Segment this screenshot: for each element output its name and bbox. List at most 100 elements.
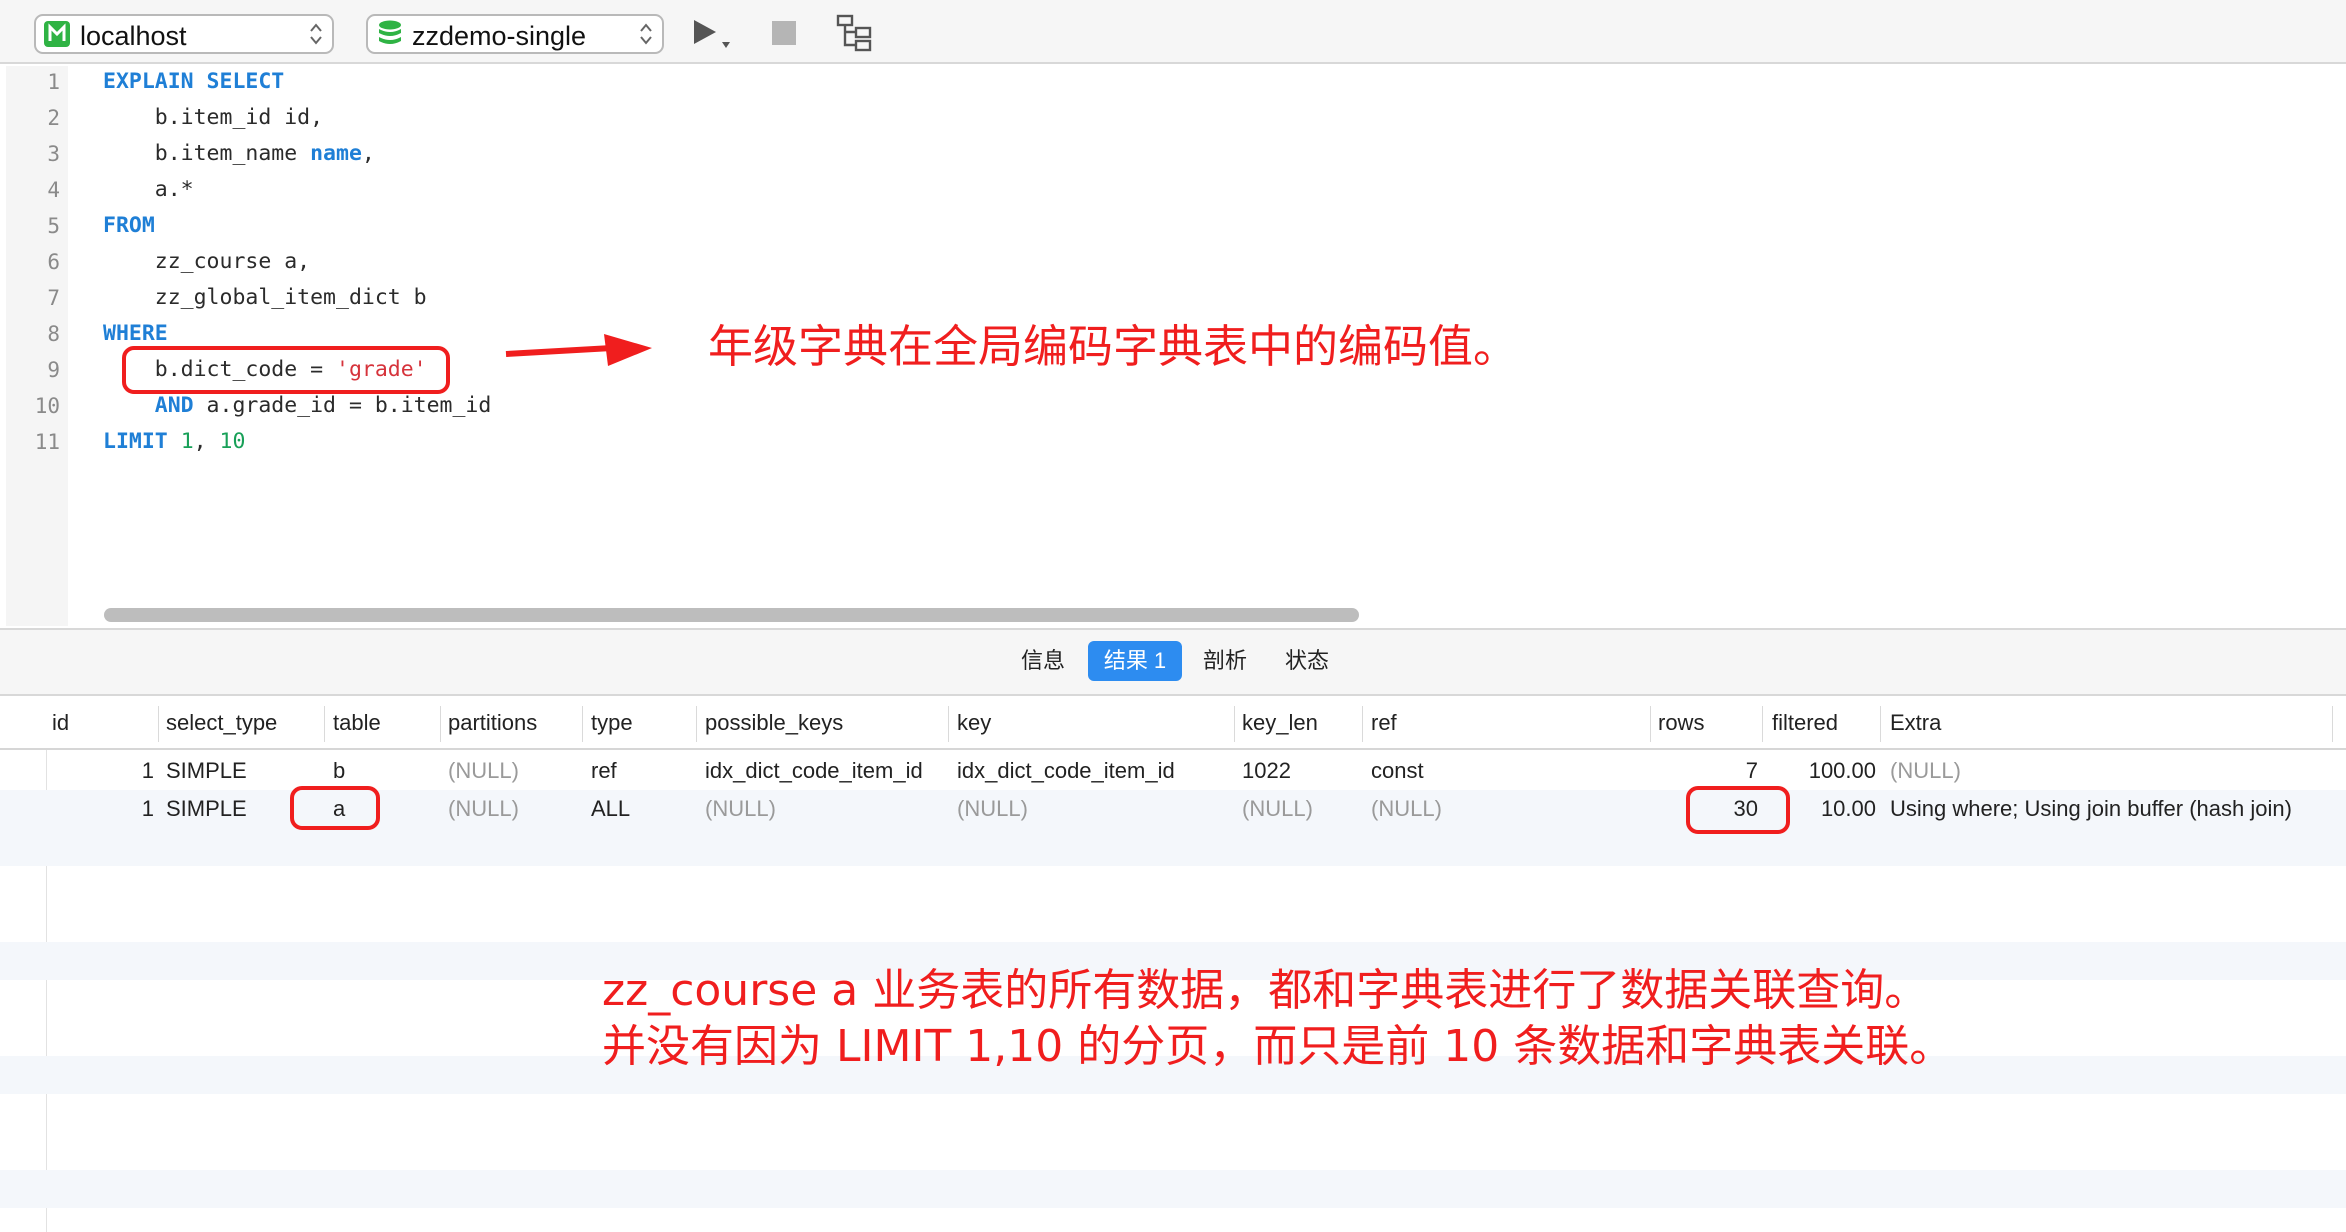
cell-rows: 7	[1745, 758, 1758, 783]
connection-label: localhost	[80, 21, 187, 51]
cell-key: (NULL)	[957, 796, 1028, 821]
code-line-2: b.item_id id,	[103, 105, 324, 130]
column-divider[interactable]	[1880, 706, 1881, 742]
run-play-icon[interactable]	[692, 18, 736, 52]
keyword: name	[310, 141, 362, 166]
line-number: 1	[47, 70, 60, 94]
cell-partitions: (NULL)	[448, 796, 519, 821]
column-divider[interactable]	[1234, 706, 1235, 742]
table-row[interactable]: 1 SIMPLE b (NULL) ref idx_dict_code_item…	[0, 752, 2346, 790]
annotation-bottom-note-1: zz_course a 业务表的所有数据，都和字典表进行了数据关联查询。	[602, 965, 1929, 1016]
code-line-10: AND a.grade_id = b.item_id	[103, 393, 492, 418]
tab-profile[interactable]: 剖析	[1192, 641, 1258, 681]
chevron-updown-icon	[310, 23, 322, 45]
red-arrow-icon	[505, 334, 652, 366]
result-tabbar: 信息 结果 1 剖析 状态	[0, 628, 2346, 696]
keyword: EXPLAIN SELECT	[103, 69, 285, 94]
code-text: ,	[193, 429, 220, 454]
column-header[interactable]: partitions	[448, 710, 537, 736]
column-divider[interactable]	[324, 706, 325, 742]
column-header[interactable]: filtered	[1772, 710, 1838, 736]
explain-plan-icon[interactable]	[836, 14, 874, 52]
column-divider[interactable]	[1650, 706, 1651, 742]
cell-ref: (NULL)	[1371, 796, 1442, 821]
cell-table: b	[333, 758, 346, 783]
code-line-4: a.*	[103, 177, 194, 202]
cell-key-len: (NULL)	[1242, 796, 1313, 821]
annotation-top-note: 年级字典在全局编码字典表中的编码值。	[708, 320, 1519, 373]
database-icon	[379, 20, 401, 44]
tab-info[interactable]: 信息	[1010, 641, 1076, 681]
stop-icon[interactable]	[772, 21, 796, 45]
line-number: 2	[47, 106, 60, 130]
database-select[interactable]: zzdemo-single	[366, 14, 664, 54]
code-line-7: zz_global_item_dict b	[103, 285, 427, 310]
code-line-8: WHERE	[103, 321, 168, 346]
keyword: AND	[103, 393, 194, 418]
number-literal: 10	[219, 429, 246, 454]
tab-status[interactable]: 状态	[1274, 641, 1340, 681]
cell-select-type: SIMPLE	[166, 796, 247, 821]
column-header[interactable]: type	[591, 710, 633, 736]
cell-possible-keys: (NULL)	[705, 796, 776, 821]
highlight-box-rows-30	[1686, 786, 1790, 834]
cell-ref: const	[1371, 758, 1424, 783]
column-header[interactable]: key	[957, 710, 991, 736]
highlight-box-dict-code	[122, 346, 450, 394]
column-divider[interactable]	[1762, 706, 1763, 742]
column-divider[interactable]	[440, 706, 441, 742]
column-divider[interactable]	[1362, 706, 1363, 742]
empty-row	[0, 828, 2346, 866]
line-number: 11	[34, 430, 60, 454]
keyword: WHERE	[103, 321, 168, 346]
highlight-box-table-a	[290, 786, 380, 830]
code-text: a.grade_id = b.item_id	[193, 393, 492, 418]
number-literal: 1	[180, 429, 194, 454]
line-number: 10	[34, 394, 60, 418]
line-number-gutter: 1 2 3 4 5 6 7 8 9 10 11	[6, 66, 68, 626]
column-header[interactable]: rows	[1658, 710, 1704, 736]
toolbar: localhost zzdemo-single	[0, 0, 2346, 64]
cell-type: ALL	[591, 796, 631, 821]
code-line-6: zz_course a,	[103, 249, 311, 274]
cell-key-len: 1022	[1242, 758, 1291, 783]
code-line-11: LIMIT 1, 10	[103, 429, 245, 454]
code-line-5: FROM	[103, 213, 155, 238]
column-header[interactable]: ref	[1371, 710, 1397, 736]
column-header[interactable]: id	[52, 710, 69, 736]
keyword: LIMIT	[103, 429, 168, 454]
empty-row	[0, 1170, 2346, 1208]
column-divider[interactable]	[948, 706, 949, 742]
grid-header: id select_type table partitions type pos…	[0, 698, 2346, 750]
horizontal-scrollbar[interactable]	[104, 608, 1359, 622]
cell-filtered: 100.00	[1808, 758, 1876, 783]
cell-possible-keys: idx_dict_code_item_id	[705, 758, 923, 783]
cell-type: ref	[591, 758, 617, 783]
tab-result-1[interactable]: 结果 1	[1088, 641, 1182, 681]
code-line-3: b.item_name name,	[103, 141, 375, 166]
cell-partitions: (NULL)	[448, 758, 519, 783]
column-divider[interactable]	[582, 706, 583, 742]
line-number: 5	[47, 214, 60, 238]
code-line-1: EXPLAIN SELECT	[103, 69, 284, 94]
column-header[interactable]: possible_keys	[705, 710, 843, 736]
line-number: 7	[47, 286, 60, 310]
line-number: 9	[47, 358, 60, 382]
column-divider[interactable]	[2332, 706, 2333, 742]
line-number: 4	[47, 178, 60, 202]
line-number: 3	[47, 142, 60, 166]
code-text: ,	[361, 141, 375, 166]
line-number: 8	[47, 322, 60, 346]
cell-id: 1	[141, 758, 154, 783]
column-header[interactable]: key_len	[1242, 710, 1318, 736]
cell-extra: (NULL)	[1890, 758, 1961, 783]
connection-select[interactable]: localhost	[34, 14, 334, 54]
code-text: b.item_name	[103, 141, 311, 166]
annotation-bottom-note-2: 并没有因为 LIMIT 1,10 的分页，而只是前 10 条数据和字典表关联。	[602, 1021, 1954, 1072]
cell-id: 1	[141, 796, 154, 821]
column-header[interactable]: table	[333, 710, 381, 736]
column-divider[interactable]	[158, 706, 159, 742]
column-header[interactable]: select_type	[166, 710, 277, 736]
column-divider[interactable]	[696, 706, 697, 742]
column-header[interactable]: Extra	[1890, 710, 1941, 736]
